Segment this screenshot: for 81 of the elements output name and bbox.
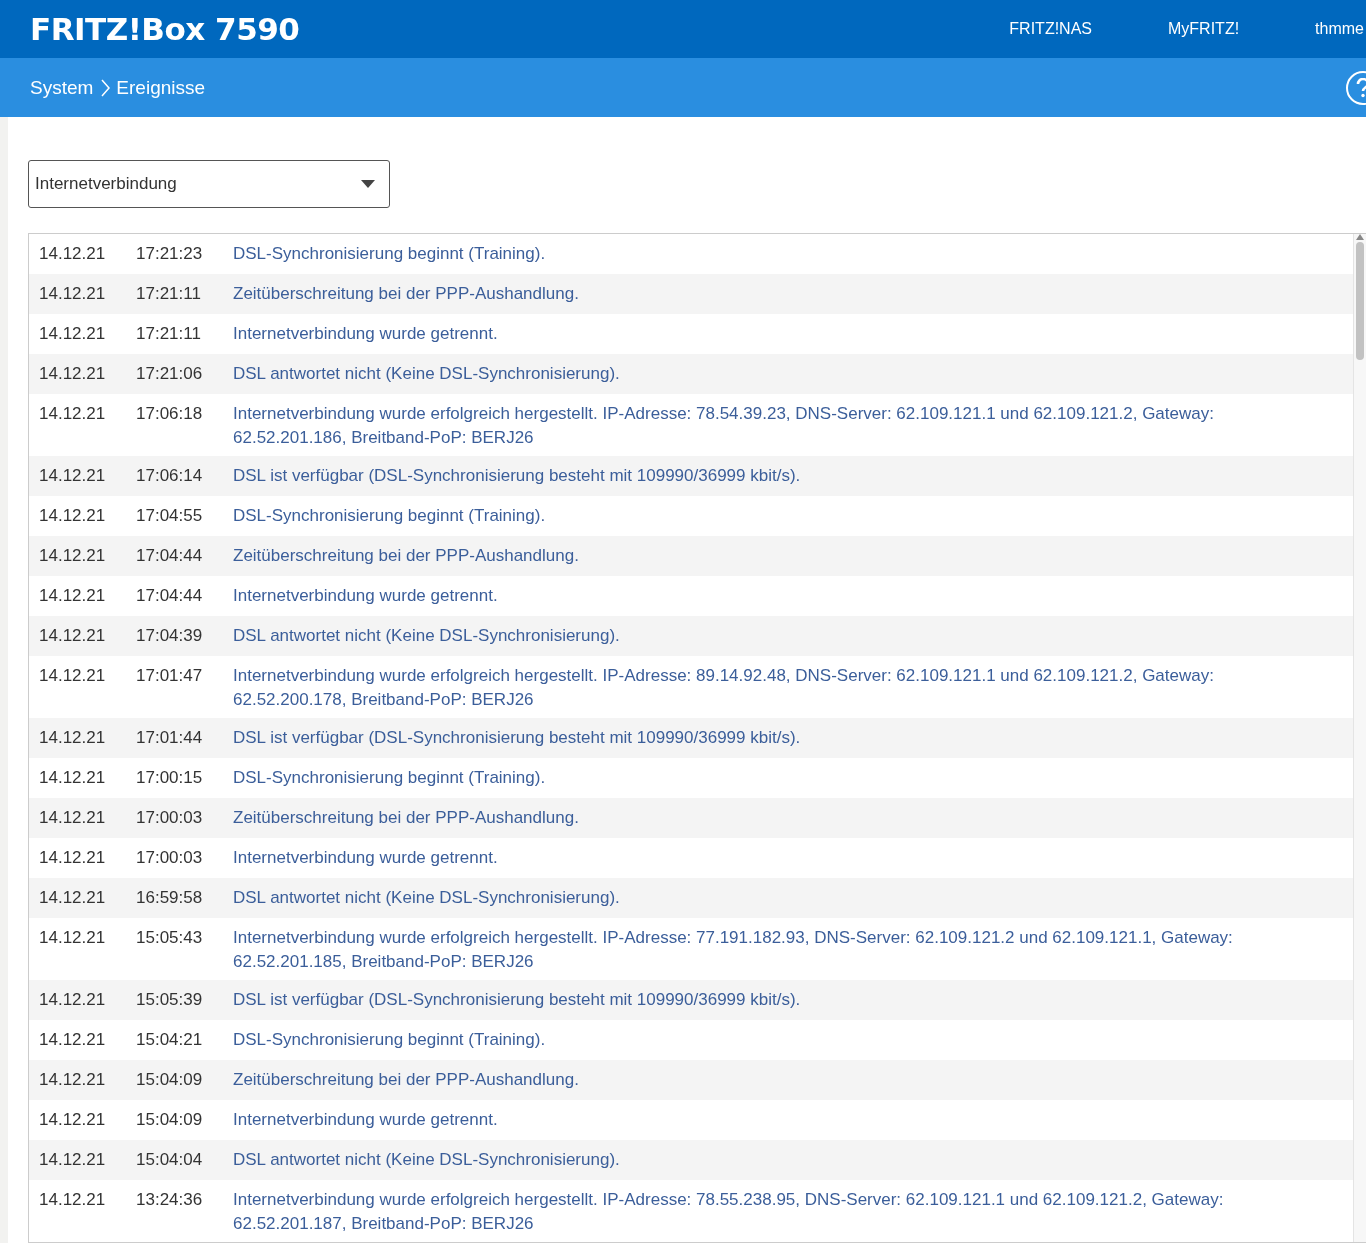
caret-icon bbox=[361, 180, 375, 188]
chevron-right-icon bbox=[101, 78, 111, 97]
date-cell-text: 14.12.21 bbox=[39, 283, 107, 305]
date-cell-text: 14.12.21 bbox=[39, 767, 107, 789]
event-message: DSL antwortet nicht (Keine DSL-Synchronisierung). bbox=[233, 1149, 621, 1171]
date-cell-text: 14.12.21 bbox=[39, 363, 107, 385]
time-cell-text: 17:01:44 bbox=[136, 727, 204, 749]
date-cell-text: 14.12.21 bbox=[39, 927, 107, 949]
date-cell-text: 14.12.21 bbox=[39, 1109, 107, 1131]
breadcrumb-link[interactable]: System bbox=[30, 76, 94, 99]
time-cell-text: 17:04:44 bbox=[136, 585, 204, 607]
event-message: Internetverbindung wurde getrennt. bbox=[233, 585, 499, 607]
date-cell-text: 14.12.21 bbox=[39, 505, 107, 527]
event-message: DSL-Synchronisierung beginnt (Training). bbox=[233, 767, 547, 789]
event-message: DSL ist verfügbar (DSL-Synchronisierung besteht mit 109990/36999 kbit/s). bbox=[233, 465, 802, 487]
event-message: DSL antwortet nicht (Keine DSL-Synchronisierung). bbox=[233, 625, 621, 647]
event-message: Internetverbindung wurde erfolgreich hergestellt. IP-Adresse: 78.55.238.95, DNS-Server: 62.109.121.1 und 62.109.121.2, Gateway: 62.52.201.187, Breitband-PoP: BERJ26 bbox=[233, 1189, 1225, 1235]
time-cell-text: 17:04:39 bbox=[136, 625, 204, 647]
date-cell-text: 14.12.21 bbox=[39, 545, 107, 567]
time-cell-text: 17:01:47 bbox=[136, 665, 204, 687]
event-message: Internetverbindung wurde getrennt. bbox=[233, 847, 499, 869]
time-cell-text: 15:05:39 bbox=[136, 989, 204, 1011]
date-cell-text: 14.12.21 bbox=[39, 585, 107, 607]
date-cell-text: 14.12.21 bbox=[39, 989, 107, 1011]
event-message: DSL ist verfügbar (DSL-Synchronisierung besteht mit 109990/36999 kbit/s). bbox=[233, 727, 802, 749]
scrollbar[interactable] bbox=[1353, 234, 1366, 1242]
time-cell-text: 13:24:36 bbox=[136, 1189, 204, 1211]
time-cell-text: 17:21:06 bbox=[136, 363, 204, 385]
event-message: DSL antwortet nicht (Keine DSL-Synchronisierung). bbox=[233, 887, 621, 909]
date-cell-text: 14.12.21 bbox=[39, 887, 107, 909]
time-cell-text: 17:04:44 bbox=[136, 545, 204, 567]
date-cell-text: 14.12.21 bbox=[39, 403, 107, 425]
scroll-up-icon[interactable] bbox=[1356, 234, 1364, 240]
time-cell-text: 15:04:09 bbox=[136, 1069, 204, 1091]
time-cell-text: 17:06:18 bbox=[136, 403, 204, 425]
time-cell-text: 15:05:43 bbox=[136, 927, 204, 949]
event-message: Internetverbindung wurde erfolgreich hergestellt. IP-Adresse: 78.54.39.23, DNS-Server: 62.109.121.1 und 62.109.121.2, Gateway: 62.52.201.186, Breitband-PoP: BERJ26 bbox=[233, 403, 1215, 449]
event-message: Zeitüberschreitung bei der PPP-Aushandlung. bbox=[233, 807, 580, 829]
time-cell-text: 17:06:14 bbox=[136, 465, 204, 487]
filter-dropdown[interactable]: Internetverbindung bbox=[28, 160, 390, 208]
date-cell-text: 14.12.21 bbox=[39, 1069, 107, 1091]
time-cell-text: 16:59:58 bbox=[136, 887, 204, 909]
date-cell-text: 14.12.21 bbox=[39, 625, 107, 647]
event-message: Zeitüberschreitung bei der PPP-Aushandlung. bbox=[233, 545, 580, 567]
date-cell-text: 14.12.21 bbox=[39, 807, 107, 829]
date-cell-text: 14.12.21 bbox=[39, 665, 107, 687]
date-cell-text: 14.12.21 bbox=[39, 847, 107, 869]
time-cell-text: 15:04:21 bbox=[136, 1029, 204, 1051]
event-message: Zeitüberschreitung bei der PPP-Aushandlung. bbox=[233, 283, 580, 305]
time-cell-text: 15:04:04 bbox=[136, 1149, 204, 1171]
date-cell-text: 14.12.21 bbox=[39, 323, 107, 345]
event-message: DSL-Synchronisierung beginnt (Training). bbox=[233, 1029, 547, 1051]
product-title: FRITZ!Box 7590 bbox=[30, 11, 300, 47]
event-message: Internetverbindung wurde erfolgreich hergestellt. IP-Adresse: 89.14.92.48, DNS-Server: 62.109.121.1 und 62.109.121.2, Gateway: 62.52.200.178, Breitband-PoP: BERJ26 bbox=[233, 665, 1215, 711]
scrollbar-thumb[interactable] bbox=[1356, 242, 1364, 360]
date-cell-text: 14.12.21 bbox=[39, 1029, 107, 1051]
date-cell-text: 14.12.21 bbox=[39, 243, 107, 265]
nav-link[interactable]: thmme bbox=[1315, 20, 1364, 38]
time-cell-text: 17:00:03 bbox=[136, 847, 204, 869]
event-message: Internetverbindung wurde getrennt. bbox=[233, 323, 499, 345]
nav-link[interactable]: FRITZ!NAS bbox=[1009, 20, 1092, 38]
date-cell-text: 14.12.21 bbox=[39, 727, 107, 749]
time-cell-text: 17:21:23 bbox=[136, 243, 204, 265]
event-message: Internetverbindung wurde getrennt. bbox=[233, 1109, 499, 1131]
nav-link[interactable]: MyFRITZ! bbox=[1168, 20, 1240, 38]
date-cell-text: 14.12.21 bbox=[39, 465, 107, 487]
event-message: Zeitüberschreitung bei der PPP-Aushandlung. bbox=[233, 1069, 580, 1091]
event-message: DSL ist verfügbar (DSL-Synchronisierung besteht mit 109990/36999 kbit/s). bbox=[233, 989, 802, 1011]
date-cell-text: 14.12.21 bbox=[39, 1149, 107, 1171]
event-message: DSL-Synchronisierung beginnt (Training). bbox=[233, 243, 547, 265]
date-cell-text: 14.12.21 bbox=[39, 1189, 107, 1211]
event-message: Internetverbindung wurde erfolgreich hergestellt. IP-Adresse: 77.191.182.93, DNS-Server: 62.109.121.2 und 62.109.121.1, Gateway: 62.52.201.185, Breitband-PoP: BERJ26 bbox=[233, 927, 1234, 973]
breadcrumb-link[interactable]: Ereignisse bbox=[116, 76, 206, 99]
event-message: DSL antwortet nicht (Keine DSL-Synchronisierung). bbox=[233, 363, 621, 385]
time-cell-text: 17:21:11 bbox=[136, 283, 202, 305]
time-cell-text: 15:04:09 bbox=[136, 1109, 204, 1131]
time-cell-text: 17:00:15 bbox=[136, 767, 204, 789]
time-cell-text: 17:00:03 bbox=[136, 807, 204, 829]
event-message: DSL-Synchronisierung beginnt (Training). bbox=[233, 505, 547, 527]
time-cell-text: 17:21:11 bbox=[136, 323, 202, 345]
time-cell-text: 17:04:55 bbox=[136, 505, 204, 527]
